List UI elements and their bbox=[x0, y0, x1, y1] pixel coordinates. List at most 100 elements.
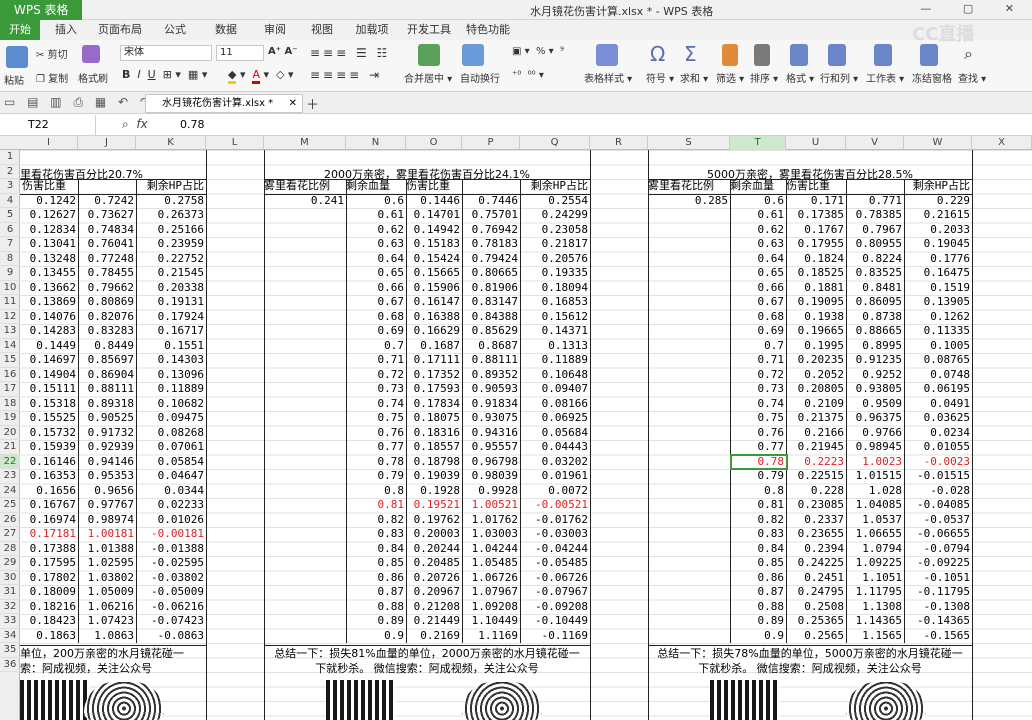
table-cell[interactable]: -0.028 bbox=[904, 484, 972, 499]
table-cell[interactable]: 0.20576 bbox=[520, 252, 590, 267]
table-cell[interactable]: 0.21945 bbox=[786, 440, 846, 455]
table-cell[interactable]: 0.0072 bbox=[520, 484, 590, 499]
table-cell[interactable]: 0.25365 bbox=[786, 614, 846, 629]
table-cell[interactable]: 0.73627 bbox=[78, 208, 136, 223]
table-cell[interactable]: 0.9252 bbox=[846, 368, 904, 383]
row-header-15[interactable]: 15 bbox=[0, 353, 20, 368]
table-cell[interactable]: 0.17352 bbox=[406, 368, 462, 383]
table-cell[interactable]: 0.1938 bbox=[786, 310, 846, 325]
table-cell[interactable]: 1.04244 bbox=[462, 542, 520, 557]
row-header-35[interactable]: 35 bbox=[0, 643, 20, 658]
table-cell[interactable]: 0.13096 bbox=[136, 368, 206, 383]
table-cell[interactable]: 0.90593 bbox=[462, 382, 520, 397]
row-header-36[interactable]: 36 bbox=[0, 658, 20, 672]
table-cell[interactable]: 0.23959 bbox=[136, 237, 206, 252]
table-cell[interactable]: 0.16475 bbox=[904, 266, 972, 281]
table-cell[interactable]: 1.14365 bbox=[846, 614, 904, 629]
table-cell[interactable]: 0.95557 bbox=[462, 440, 520, 455]
table-cell[interactable]: 0.85 bbox=[346, 556, 406, 571]
format-painter-button[interactable]: 格式刷 bbox=[78, 70, 108, 85]
table-cell[interactable]: 0.1995 bbox=[786, 339, 846, 354]
row-header-7[interactable]: 7 bbox=[0, 237, 20, 252]
table-cell[interactable]: 0.82 bbox=[346, 513, 406, 528]
table-cell[interactable]: 0.86 bbox=[730, 571, 786, 586]
table-cell[interactable]: 1.1051 bbox=[846, 571, 904, 586]
table-cell[interactable]: 0.1313 bbox=[520, 339, 590, 354]
table-cell[interactable]: -0.07423 bbox=[136, 614, 206, 629]
tab-3[interactable]: 公式 bbox=[150, 20, 200, 40]
table-cell[interactable]: 0.19665 bbox=[786, 324, 846, 339]
table-cell[interactable]: 0.97767 bbox=[78, 498, 136, 513]
table-cell[interactable]: 0.171 bbox=[786, 194, 846, 209]
row-header-11[interactable]: 11 bbox=[0, 295, 20, 310]
table-cell[interactable]: 0.2451 bbox=[786, 571, 846, 586]
block2-header[interactable]: 伤害比重 bbox=[406, 179, 462, 194]
row-header-25[interactable]: 25 bbox=[0, 498, 20, 513]
table-cell[interactable]: 0.87 bbox=[730, 585, 786, 600]
table-cell[interactable]: 1.01388 bbox=[78, 542, 136, 557]
table-cell[interactable]: 1.03802 bbox=[78, 571, 136, 586]
table-cell[interactable]: 1.04085 bbox=[846, 498, 904, 513]
table-cell[interactable]: 0.2565 bbox=[786, 629, 846, 644]
sum-button[interactable]: 求和 ▾ bbox=[680, 70, 708, 85]
table-cell[interactable]: 0.86095 bbox=[846, 295, 904, 310]
table-cell[interactable]: 0.7242 bbox=[78, 194, 136, 209]
table-cell[interactable]: 0.8687 bbox=[462, 339, 520, 354]
table-cell[interactable]: 0.21449 bbox=[406, 614, 462, 629]
row-header-31[interactable]: 31 bbox=[0, 585, 20, 600]
table-cell[interactable]: 0.1776 bbox=[904, 252, 972, 267]
column-header-X[interactable]: X bbox=[972, 136, 1032, 150]
table-cell[interactable]: 0.69 bbox=[730, 324, 786, 339]
tab-0[interactable]: 开始 bbox=[0, 20, 40, 40]
table-cell[interactable]: 0.21375 bbox=[786, 411, 846, 426]
column-header-S[interactable]: S bbox=[648, 136, 730, 150]
table-cell[interactable]: 1.02595 bbox=[78, 556, 136, 571]
table-cell[interactable]: 0.83525 bbox=[846, 266, 904, 281]
row-header-27[interactable]: 27 bbox=[0, 527, 20, 542]
table-cell[interactable]: 0.11335 bbox=[904, 324, 972, 339]
table-cell[interactable]: 0.17924 bbox=[136, 310, 206, 325]
formula-input[interactable]: 0.78 bbox=[180, 118, 205, 131]
table-cell[interactable]: 0.0344 bbox=[136, 484, 206, 499]
table-cell[interactable]: 0.2394 bbox=[786, 542, 846, 557]
table-cell[interactable]: -0.05009 bbox=[136, 585, 206, 600]
table-cell[interactable]: 0.05854 bbox=[136, 455, 206, 470]
table-cell[interactable]: 0.24795 bbox=[786, 585, 846, 600]
table-cell[interactable]: 0.72 bbox=[346, 368, 406, 383]
table-cell[interactable]: 0.80869 bbox=[78, 295, 136, 310]
table-cell[interactable]: 0.20726 bbox=[406, 571, 462, 586]
table-cell[interactable]: 0.82 bbox=[730, 513, 786, 528]
table-cell[interactable]: 0.16717 bbox=[136, 324, 206, 339]
table-cell[interactable]: 0.88111 bbox=[78, 382, 136, 397]
table-cell[interactable]: 0.98945 bbox=[846, 440, 904, 455]
table-cell[interactable]: 0.17181 bbox=[20, 527, 78, 542]
tab-7[interactable]: 加载项 bbox=[346, 20, 398, 40]
table-cell[interactable]: -0.09208 bbox=[520, 600, 590, 615]
block2-header[interactable]: 剩余血量 bbox=[346, 179, 406, 194]
font-grow-button[interactable]: A⁺ A⁻ bbox=[268, 46, 298, 57]
table-cell[interactable]: 1.01762 bbox=[462, 513, 520, 528]
table-cell[interactable]: 0.2337 bbox=[786, 513, 846, 528]
table-cell[interactable]: 0.17595 bbox=[20, 556, 78, 571]
table-cell[interactable]: 0.74834 bbox=[78, 223, 136, 238]
table-cell[interactable]: 0.80665 bbox=[462, 266, 520, 281]
table-cell[interactable]: 0.84 bbox=[730, 542, 786, 557]
table-cell[interactable]: -0.09225 bbox=[904, 556, 972, 571]
table-cell[interactable]: 0.08166 bbox=[520, 397, 590, 412]
table-cell[interactable]: 0.0748 bbox=[904, 368, 972, 383]
row-header-22[interactable]: 22 bbox=[0, 454, 20, 469]
table-cell[interactable]: 0.71 bbox=[730, 353, 786, 368]
table-cell[interactable]: 0.66 bbox=[346, 281, 406, 296]
table-cell[interactable]: -0.0537 bbox=[904, 513, 972, 528]
table-cell[interactable]: 0.68 bbox=[730, 310, 786, 325]
table-cell[interactable]: 0.16147 bbox=[406, 295, 462, 310]
row-header-14[interactable]: 14 bbox=[0, 339, 20, 353]
table-cell[interactable]: 0.91834 bbox=[462, 397, 520, 412]
table-cell[interactable]: 0.81 bbox=[346, 498, 406, 513]
table-cell[interactable]: 1.1565 bbox=[846, 629, 904, 644]
table-cell[interactable]: 0.9 bbox=[730, 629, 786, 644]
table-cell[interactable]: 0.13869 bbox=[20, 295, 78, 310]
table-cell[interactable]: 0.77248 bbox=[78, 252, 136, 267]
table-cell[interactable]: 0.96375 bbox=[846, 411, 904, 426]
table-cell[interactable]: 0.09475 bbox=[136, 411, 206, 426]
